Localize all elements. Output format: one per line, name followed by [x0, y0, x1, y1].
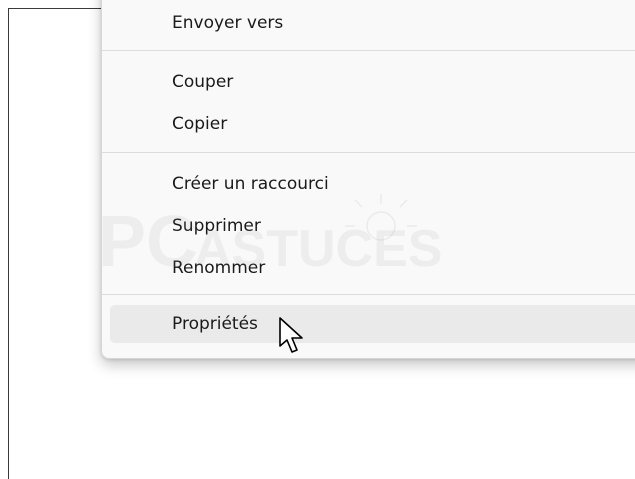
- menu-item-proprietes[interactable]: Propriétés: [110, 305, 635, 343]
- menu-item-supprimer[interactable]: Supprimer: [110, 207, 635, 245]
- arrow-pointer-icon: [279, 317, 303, 353]
- menu-item-renommer[interactable]: Renommer: [110, 249, 635, 287]
- menu-item-envoyer-vers[interactable]: Envoyer vers: [110, 4, 635, 42]
- context-menu: Envoyer vers Couper Copier Créer un racc…: [101, 0, 635, 359]
- menu-item-label: Supprimer: [172, 216, 261, 236]
- menu-item-copier[interactable]: Copier: [110, 105, 635, 143]
- menu-item-creer-raccourci[interactable]: Créer un raccourci: [110, 165, 635, 203]
- menu-item-label: Créer un raccourci: [172, 174, 329, 194]
- menu-item-label: Renommer: [172, 258, 266, 278]
- menu-item-label: Envoyer vers: [172, 13, 284, 33]
- menu-item-label: Copier: [172, 114, 228, 134]
- window-frame: Envoyer vers Couper Copier Créer un racc…: [8, 0, 635, 479]
- menu-item-couper[interactable]: Couper: [110, 63, 635, 101]
- menu-separator: [102, 50, 635, 51]
- menu-separator: [102, 152, 635, 153]
- menu-separator: [102, 294, 635, 295]
- menu-item-label: Couper: [172, 72, 234, 92]
- menu-item-label: Propriétés: [172, 314, 258, 334]
